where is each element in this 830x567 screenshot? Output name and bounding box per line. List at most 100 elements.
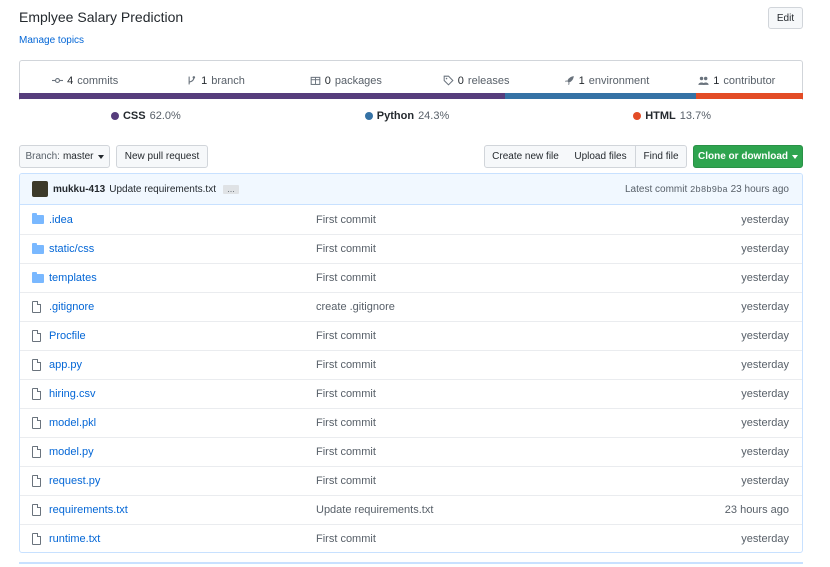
file-age: 23 hours ago bbox=[724, 504, 789, 516]
file-icon bbox=[32, 301, 44, 313]
create-new-file-button[interactable]: Create new file bbox=[484, 145, 567, 168]
rocket-icon bbox=[564, 76, 574, 85]
file-commit-message[interactable]: First commit bbox=[316, 388, 376, 400]
file-age: yesterday bbox=[741, 533, 789, 545]
table-row[interactable]: request.py First commit yesterday bbox=[20, 466, 802, 495]
file-name-link[interactable]: .gitignore bbox=[49, 301, 94, 313]
table-row[interactable]: Procfile First commit yesterday bbox=[20, 321, 802, 350]
table-row[interactable]: static/css First commit yesterday bbox=[20, 234, 802, 263]
file-name-link[interactable]: model.py bbox=[49, 446, 94, 458]
contributor-count: 1 bbox=[713, 74, 720, 87]
tag-icon bbox=[443, 75, 454, 86]
language-percent: 24.3% bbox=[418, 110, 450, 122]
branch-icon bbox=[188, 76, 196, 85]
manage-topics-link[interactable]: Manage topics bbox=[19, 35, 84, 46]
file-commit-message[interactable]: create .gitignore bbox=[316, 301, 395, 313]
file-name-link[interactable]: hiring.csv bbox=[49, 388, 95, 400]
file-icon bbox=[32, 388, 44, 400]
commit-author[interactable]: mukku-413 bbox=[53, 184, 105, 195]
branch-name: master bbox=[62, 151, 94, 162]
file-name-link[interactable]: .idea bbox=[49, 214, 73, 226]
table-row[interactable]: model.py First commit yesterday bbox=[20, 437, 802, 466]
language-name: Python bbox=[376, 110, 415, 122]
table-row[interactable]: runtime.txt First commit yesterday bbox=[20, 524, 802, 552]
latest-commit-prefix: Latest commit bbox=[624, 183, 688, 195]
file-commit-message[interactable]: First commit bbox=[316, 243, 376, 255]
file-age: yesterday bbox=[741, 243, 789, 255]
new-pull-request-button[interactable]: New pull request bbox=[116, 145, 208, 168]
file-name-link[interactable]: app.py bbox=[49, 359, 82, 371]
table-row[interactable]: app.py First commit yesterday bbox=[20, 350, 802, 379]
branch-prefix: Branch: bbox=[25, 151, 60, 162]
file-age: yesterday bbox=[741, 388, 789, 400]
file-commit-message[interactable]: Update requirements.txt bbox=[316, 504, 433, 516]
file-commit-message[interactable]: First commit bbox=[316, 330, 376, 342]
releases-label: releases bbox=[467, 74, 510, 87]
file-name-link[interactable]: static/css bbox=[49, 243, 94, 255]
branch-select-button[interactable]: Branch: master bbox=[19, 145, 110, 168]
repo-title: Emplyee Salary Prediction bbox=[19, 9, 184, 25]
table-row[interactable]: templates First commit yesterday bbox=[20, 263, 802, 292]
language-color-dot bbox=[364, 112, 373, 120]
language-css[interactable]: CSS 62.0% bbox=[110, 108, 181, 124]
file-name-link[interactable]: templates bbox=[49, 272, 97, 284]
commit-sha-link[interactable]: 2b8b9ba bbox=[690, 185, 728, 195]
commit-icon bbox=[52, 77, 64, 84]
folder-icon bbox=[32, 213, 44, 226]
chevron-down-icon bbox=[97, 154, 104, 159]
divider bbox=[19, 562, 803, 564]
expand-commit-button[interactable]: … bbox=[222, 184, 239, 194]
file-icon bbox=[32, 504, 44, 516]
file-list: mukku-413 Update requirements.txt … Late… bbox=[19, 173, 803, 553]
chevron-down-icon bbox=[792, 154, 798, 159]
file-icon bbox=[32, 417, 44, 429]
language-html[interactable]: HTML 13.7% bbox=[633, 108, 711, 124]
language-bar[interactable] bbox=[19, 93, 803, 99]
table-row[interactable]: hiring.csv First commit yesterday bbox=[20, 379, 802, 408]
file-commit-message[interactable]: First commit bbox=[316, 272, 376, 284]
language-python[interactable]: Python 24.3% bbox=[364, 108, 450, 124]
file-icon bbox=[32, 446, 44, 458]
latest-commit-info: Latest commit 2b8b9ba 23 hours ago bbox=[625, 184, 789, 195]
contributor-label: contributor bbox=[723, 74, 776, 87]
table-row[interactable]: requirements.txt Update requirements.txt 2… bbox=[20, 495, 802, 524]
folder-icon bbox=[32, 242, 44, 255]
table-row[interactable]: .gitignore create .gitignore yesterday bbox=[20, 292, 802, 321]
file-icon bbox=[32, 330, 44, 342]
upload-files-button[interactable]: Upload files bbox=[566, 145, 636, 168]
avatar[interactable] bbox=[32, 181, 48, 197]
file-commit-message[interactable]: First commit bbox=[316, 446, 376, 458]
latest-commit-bar: mukku-413 Update requirements.txt … Late… bbox=[20, 174, 802, 205]
packages-count: 0 bbox=[324, 74, 331, 87]
file-icon bbox=[32, 533, 44, 545]
commits-label: commits bbox=[77, 74, 119, 87]
file-name-link[interactable]: request.py bbox=[49, 475, 100, 487]
file-age: yesterday bbox=[741, 272, 789, 284]
latest-commit-time: 23 hours ago bbox=[730, 183, 789, 195]
file-commit-message[interactable]: First commit bbox=[316, 359, 376, 371]
file-name-link[interactable]: runtime.txt bbox=[49, 533, 100, 545]
packages-label: packages bbox=[334, 74, 382, 87]
environment-count: 1 bbox=[578, 74, 585, 87]
edit-button[interactable]: Edit bbox=[768, 7, 803, 29]
commit-message[interactable]: Update requirements.txt bbox=[109, 184, 216, 195]
file-icon bbox=[32, 359, 44, 371]
find-file-button[interactable]: Find file bbox=[635, 145, 687, 168]
file-age: yesterday bbox=[741, 330, 789, 342]
file-commit-message[interactable]: First commit bbox=[316, 417, 376, 429]
file-name-link[interactable]: model.pkl bbox=[49, 417, 96, 429]
file-name-link[interactable]: Procfile bbox=[49, 330, 86, 342]
language-name: HTML bbox=[645, 110, 676, 122]
clone-label: Clone or download bbox=[698, 151, 788, 162]
table-row[interactable]: model.pkl First commit yesterday bbox=[20, 408, 802, 437]
language-bar-python bbox=[505, 93, 696, 99]
table-row[interactable]: .idea First commit yesterday bbox=[20, 205, 802, 234]
file-commit-message[interactable]: First commit bbox=[316, 533, 376, 545]
file-commit-message[interactable]: First commit bbox=[316, 475, 376, 487]
file-name-link[interactable]: requirements.txt bbox=[49, 504, 128, 516]
file-rows: .idea First commit yesterday static/css Firs… bbox=[20, 205, 802, 552]
clone-or-download-button[interactable]: Clone or download bbox=[693, 145, 803, 168]
language-bar-html bbox=[695, 93, 803, 99]
file-commit-message[interactable]: First commit bbox=[316, 214, 376, 226]
file-age: yesterday bbox=[741, 475, 789, 487]
